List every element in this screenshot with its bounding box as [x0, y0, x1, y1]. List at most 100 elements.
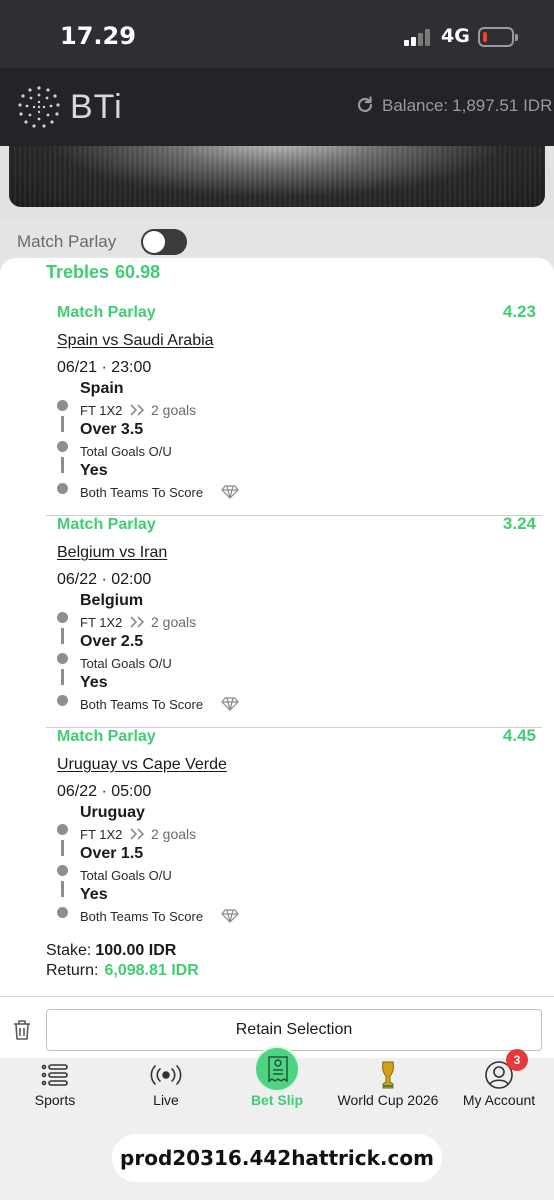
nav-label: Sports [34, 1092, 76, 1108]
status-time: 17.29 [60, 22, 136, 50]
selection-market: Total Goals O/U [80, 444, 172, 459]
match-link[interactable]: Belgium vs Iran [57, 544, 167, 562]
nav-live[interactable]: Live [111, 1058, 221, 1118]
banner-area [0, 146, 554, 220]
match-datetime: 06/22 · 02:00 [57, 571, 152, 588]
bet-slip-sheet: Trebles 60.98 Match Parlay 4.23 Spain vs … [0, 258, 554, 996]
total-odds: 60.98 [115, 262, 161, 282]
bet-slip-receipt-icon [268, 1056, 288, 1083]
selection-dot [57, 400, 68, 411]
refresh-balance-icon[interactable] [355, 95, 375, 115]
nav-label: Live [153, 1092, 179, 1108]
selection-dot [57, 483, 68, 494]
nav-label: World Cup 2026 [337, 1092, 439, 1108]
selection-dot [57, 653, 68, 664]
live-broadcast-icon [150, 1065, 182, 1085]
nav-label: Bet Slip [250, 1092, 304, 1108]
selection-market: Total Goals O/U [80, 656, 172, 671]
diamond-icon [221, 909, 239, 923]
stadium-banner-image [9, 146, 545, 207]
double-chevron-icon [130, 404, 145, 416]
bti-logo-dots-icon [18, 86, 60, 128]
nav-sports[interactable]: Sports [0, 1058, 110, 1118]
nav-my-account[interactable]: 3 My Account [444, 1049, 554, 1118]
selection-dot [57, 612, 68, 623]
status-bar: 17.29 4G [0, 0, 554, 68]
nav-label: My Account [462, 1092, 536, 1108]
diamond-icon [221, 697, 239, 711]
balance: Balance: 1,897.51 IDR [382, 96, 552, 116]
selection-name: Yes [80, 462, 108, 479]
trash-icon[interactable] [12, 1019, 32, 1041]
goals-info: 2 goals [151, 614, 197, 630]
bti-logo[interactable]: BTi [16, 86, 136, 128]
toggle-knob [143, 231, 165, 253]
selection-name: Over 2.5 [80, 633, 144, 650]
balance-value: 1,897.51 IDR [452, 96, 553, 115]
bet-leg: Match Parlay 3.24 Belgium vs Iran 06/22 … [46, 514, 542, 728]
bet-type-title: Trebles [46, 262, 110, 282]
selection-name: Belgium [80, 592, 144, 609]
selection-connector [61, 457, 64, 473]
match-link[interactable]: Spain vs Saudi Arabia [57, 332, 214, 350]
selection-market: Both Teams To Score [80, 697, 204, 712]
nav-bet-slip[interactable]: Bet Slip [222, 1046, 332, 1118]
leg-odds: 3.24 [502, 514, 536, 533]
balance-label: Balance: [382, 96, 449, 115]
selection-name: Uruguay [80, 804, 145, 821]
selection-market: FT 1X2 [80, 403, 123, 418]
selection-dot [57, 695, 68, 706]
return-row: Return: 6,098.81 IDR [46, 962, 199, 980]
match-datetime: 06/21 · 23:00 [57, 359, 152, 376]
double-chevron-icon [130, 828, 145, 840]
bet-leg: Match Parlay 4.45 Uruguay vs Cape Verde … [46, 726, 542, 940]
selection-connector [61, 628, 64, 644]
selection-connector [61, 416, 64, 432]
selection-name: Yes [80, 674, 108, 691]
leg-type: Match Parlay [57, 304, 156, 321]
browser-url-bar[interactable]: prod20316.442hattrick.com [112, 1134, 442, 1182]
match-parlay-toggle[interactable] [141, 229, 187, 255]
selection-market: Total Goals O/U [80, 868, 172, 883]
selection-name: Over 3.5 [80, 421, 144, 438]
trophy-icon [382, 1061, 394, 1089]
selection-dot [57, 865, 68, 876]
battery-icon [478, 27, 518, 47]
nav-world-cup[interactable]: World Cup 2026 [333, 1058, 443, 1118]
match-link[interactable]: Uruguay vs Cape Verde [57, 756, 227, 774]
goals-info: 2 goals [151, 826, 197, 842]
match-parlay-label: Match Parlay [17, 232, 117, 251]
selection-connector [61, 840, 64, 856]
network-type: 4G [441, 25, 470, 47]
selection-connector [61, 669, 64, 685]
leg-type: Match Parlay [57, 728, 156, 745]
selection-name: Spain [80, 380, 124, 397]
stake-value: 100.00 IDR [95, 942, 177, 959]
cellular-signal-icon [404, 28, 434, 46]
goals-info: 2 goals [151, 402, 197, 418]
leg-odds: 4.45 [502, 726, 536, 745]
leg-type: Match Parlay [57, 516, 156, 533]
selection-market: Both Teams To Score [80, 909, 204, 924]
sports-list-icon [41, 1064, 68, 1086]
retain-selection-button[interactable]: Retain Selection [46, 1009, 542, 1051]
notification-badge: 3 [506, 1049, 528, 1071]
return-value: 6,098.81 IDR [104, 962, 199, 979]
selection-name: Yes [80, 886, 108, 903]
trebles-header: Trebles 60.98 [46, 262, 160, 283]
selection-dot [57, 907, 68, 918]
stake-label: Stake: [46, 942, 92, 959]
logo-text: BTi [70, 88, 123, 126]
stake-row: Stake: 100.00 IDR [46, 942, 176, 960]
selection-connector [61, 881, 64, 897]
selection-market: Both Teams To Score [80, 485, 204, 500]
diamond-icon [221, 485, 239, 499]
bet-leg: Match Parlay 4.23 Spain vs Saudi Arabia … [46, 302, 542, 516]
leg-odds: 4.23 [502, 302, 536, 321]
double-chevron-icon [130, 616, 145, 628]
return-label: Return: [46, 962, 99, 979]
selection-name: Over 1.5 [80, 845, 144, 862]
selection-dot [57, 824, 68, 835]
match-datetime: 06/22 · 05:00 [57, 783, 152, 800]
selection-dot [57, 441, 68, 452]
